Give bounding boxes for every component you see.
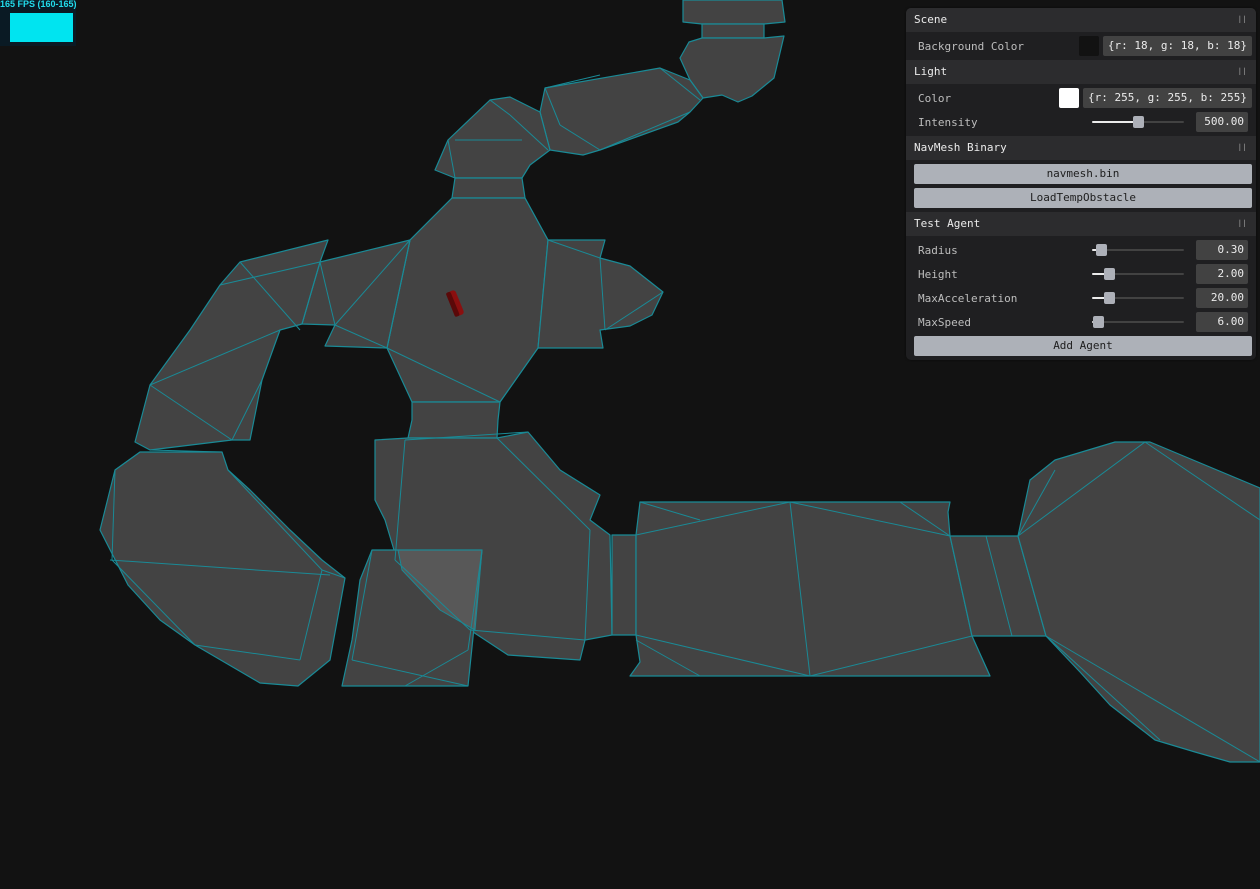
intensity-slider[interactable]: [1092, 112, 1184, 132]
intensity-label: Intensity: [918, 115, 978, 129]
background-color-row: Background Color {r: 18, g: 18, b: 18}: [914, 34, 1252, 58]
height-slider[interactable]: [1092, 264, 1184, 284]
maxspeed-row: MaxSpeed 6.00: [914, 310, 1252, 334]
folder-scene[interactable]: Scene ❘❘: [906, 8, 1256, 32]
folder-title: NavMesh Binary: [914, 141, 1007, 154]
collapse-icon[interactable]: ❘❘: [1237, 212, 1247, 236]
collapse-icon[interactable]: ❘❘: [1237, 8, 1247, 32]
maxacceleration-label: MaxAcceleration: [918, 291, 1018, 305]
slider-thumb[interactable]: [1104, 268, 1116, 280]
navmesh-polygon: [539, 67, 704, 156]
navmesh-polygon: [629, 501, 991, 677]
navmesh-polygon: [134, 239, 329, 451]
folder-title: Light: [914, 65, 948, 78]
maxspeed-slider[interactable]: [1092, 312, 1184, 332]
navmesh-polygon: [1017, 441, 1260, 763]
intensity-row: Intensity 500.00: [914, 110, 1252, 134]
add-agent-button[interactable]: Add Agent: [914, 336, 1252, 356]
maxacceleration-row: MaxAcceleration 20.00: [914, 286, 1252, 310]
slider-thumb[interactable]: [1096, 244, 1108, 256]
maxacceleration-slider[interactable]: [1092, 288, 1184, 308]
navmesh-polygon: [434, 96, 551, 179]
radius-value-field[interactable]: 0.30: [1196, 240, 1248, 260]
slider-track[interactable]: [1092, 321, 1184, 323]
slider-fill: [1092, 121, 1138, 123]
fps-graph: [10, 13, 73, 42]
height-value-field[interactable]: 2.00: [1196, 264, 1248, 284]
navmesh-polygon: [537, 239, 664, 349]
navmesh-polygon: [386, 197, 549, 403]
navmesh-polygon: [701, 23, 765, 39]
background-color-label: Background Color: [918, 39, 1024, 53]
slider-thumb[interactable]: [1133, 116, 1144, 128]
height-row: Height 2.00: [914, 262, 1252, 286]
radius-slider[interactable]: [1092, 240, 1184, 260]
loadtempobstacle-button[interactable]: LoadTempObstacle: [914, 188, 1252, 208]
fps-label: 165 FPS (160-165): [0, 0, 77, 9]
navmesh-polygon: [611, 534, 637, 636]
maxspeed-label: MaxSpeed: [918, 315, 971, 329]
slider-thumb[interactable]: [1092, 316, 1104, 328]
maxspeed-value-field[interactable]: 6.00: [1196, 312, 1248, 332]
folder-navmesh-binary[interactable]: NavMesh Binary ❘❘: [906, 136, 1256, 160]
navmesh-polygon: [682, 0, 786, 25]
radius-label: Radius: [918, 243, 958, 257]
folder-title: Scene: [914, 13, 948, 26]
navmesh-polygon: [451, 177, 526, 199]
fps-stats-panel[interactable]: 165 FPS (160-165): [0, 0, 77, 46]
navmesh-polygon: [99, 451, 346, 687]
background-color-value-field[interactable]: {r: 18, g: 18, b: 18}: [1102, 36, 1252, 56]
height-label: Height: [918, 267, 958, 281]
color-row: Color {r: 255, g: 255, b: 255}: [914, 86, 1252, 110]
navmesh-bin-button[interactable]: navmesh.bin: [914, 164, 1252, 184]
navmesh-polygon: [407, 401, 501, 439]
radius-row: Radius 0.30: [914, 238, 1252, 262]
color-label: Color: [918, 91, 952, 105]
intensity-value-field[interactable]: 500.00: [1196, 112, 1248, 132]
slider-thumb[interactable]: [1104, 292, 1116, 304]
color-value-field[interactable]: {r: 255, g: 255, b: 255}: [1083, 88, 1252, 108]
folder-light[interactable]: Light ❘❘: [906, 60, 1256, 84]
color-swatch[interactable]: [1059, 88, 1080, 108]
maxacceleration-value-field[interactable]: 20.00: [1196, 288, 1248, 308]
collapse-icon[interactable]: ❘❘: [1237, 136, 1247, 160]
controls-panel: Scene ❘❘ Background Color {r: 18, g: 18, b:…: [906, 8, 1256, 360]
background-color-swatch[interactable]: [1078, 36, 1099, 56]
folder-test-agent[interactable]: Test Agent ❘❘: [906, 212, 1256, 236]
folder-title: Test Agent: [914, 217, 981, 230]
collapse-icon[interactable]: ❘❘: [1237, 60, 1247, 84]
